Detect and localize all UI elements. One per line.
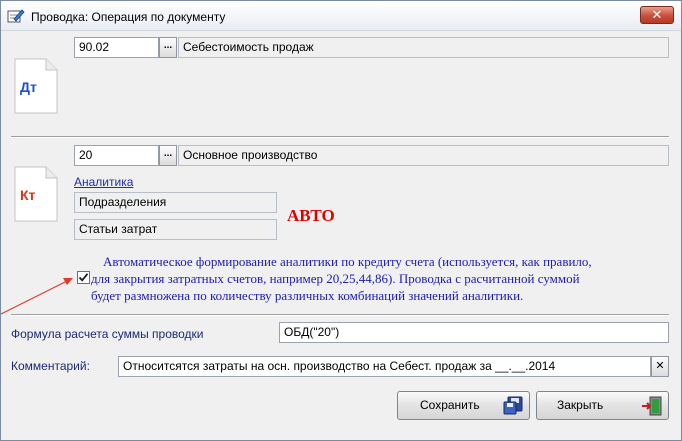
credit-account-lookup-button[interactable]: ... — [159, 145, 177, 166]
close-button-label: Закрыть — [557, 398, 604, 412]
auto-analytics-description-line2: для закрытия затратных счетов, например … — [91, 271, 580, 286]
window-title: Проводка: Операция по документу — [31, 10, 226, 24]
debit-account-lookup-button[interactable]: ... — [159, 37, 177, 58]
auto-analytics-description-line1: Автоматическое формирование аналитики по… — [103, 254, 592, 269]
analytics-item-cost-items[interactable]: Статьи затрат — [74, 219, 277, 240]
save-button[interactable]: Сохранить — [397, 391, 530, 420]
title-bar: Проводка: Операция по документу ✕ — [1, 1, 681, 31]
clear-icon: ✕ — [655, 360, 665, 372]
svg-text:Дт: Дт — [20, 79, 37, 95]
dialog-window: Проводка: Операция по документу ✕ Дт 90.… — [0, 0, 682, 441]
credit-document-icon: Кт — [14, 166, 58, 222]
debit-account-code-field[interactable]: 90.02 — [74, 37, 159, 58]
formula-input[interactable]: ОБД("20") — [279, 322, 669, 343]
save-button-label: Сохранить — [420, 398, 480, 412]
auto-label: АВТО — [287, 206, 335, 225]
formula-label: Формула расчета суммы проводки — [11, 327, 204, 341]
comment-input[interactable]: Относитсятся затраты на осн. производств… — [118, 356, 651, 377]
credit-account-name-field: Основное производство — [178, 145, 669, 166]
debit-account-name-field: Себестоимость продаж — [178, 37, 669, 58]
analytics-item-departments[interactable]: Подразделения — [74, 192, 277, 213]
checkmark-icon — [78, 273, 89, 282]
section-divider — [11, 136, 669, 138]
debit-document-icon: Дт — [14, 58, 58, 114]
save-icon — [503, 396, 523, 415]
auto-analytics-description-line3: будет размножена по количеству различных… — [91, 288, 524, 303]
window-close-button[interactable]: ✕ — [640, 6, 674, 24]
analytics-link[interactable]: Аналитика — [74, 175, 133, 189]
close-icon: ✕ — [651, 7, 663, 22]
credit-account-code-field[interactable]: 20 — [74, 145, 159, 166]
close-button[interactable]: Закрыть — [536, 391, 669, 420]
comment-label: Комментарий: — [11, 359, 90, 373]
dialog-body: Дт 90.02 ... Себестоимость продаж Кт 20 … — [1, 32, 681, 440]
auto-analytics-checkbox[interactable] — [77, 271, 90, 284]
pen-document-icon — [7, 9, 25, 23]
comment-clear-button[interactable]: ✕ — [651, 356, 669, 377]
section-divider — [11, 314, 669, 316]
exit-door-icon — [642, 396, 662, 416]
svg-text:Кт: Кт — [20, 187, 36, 203]
